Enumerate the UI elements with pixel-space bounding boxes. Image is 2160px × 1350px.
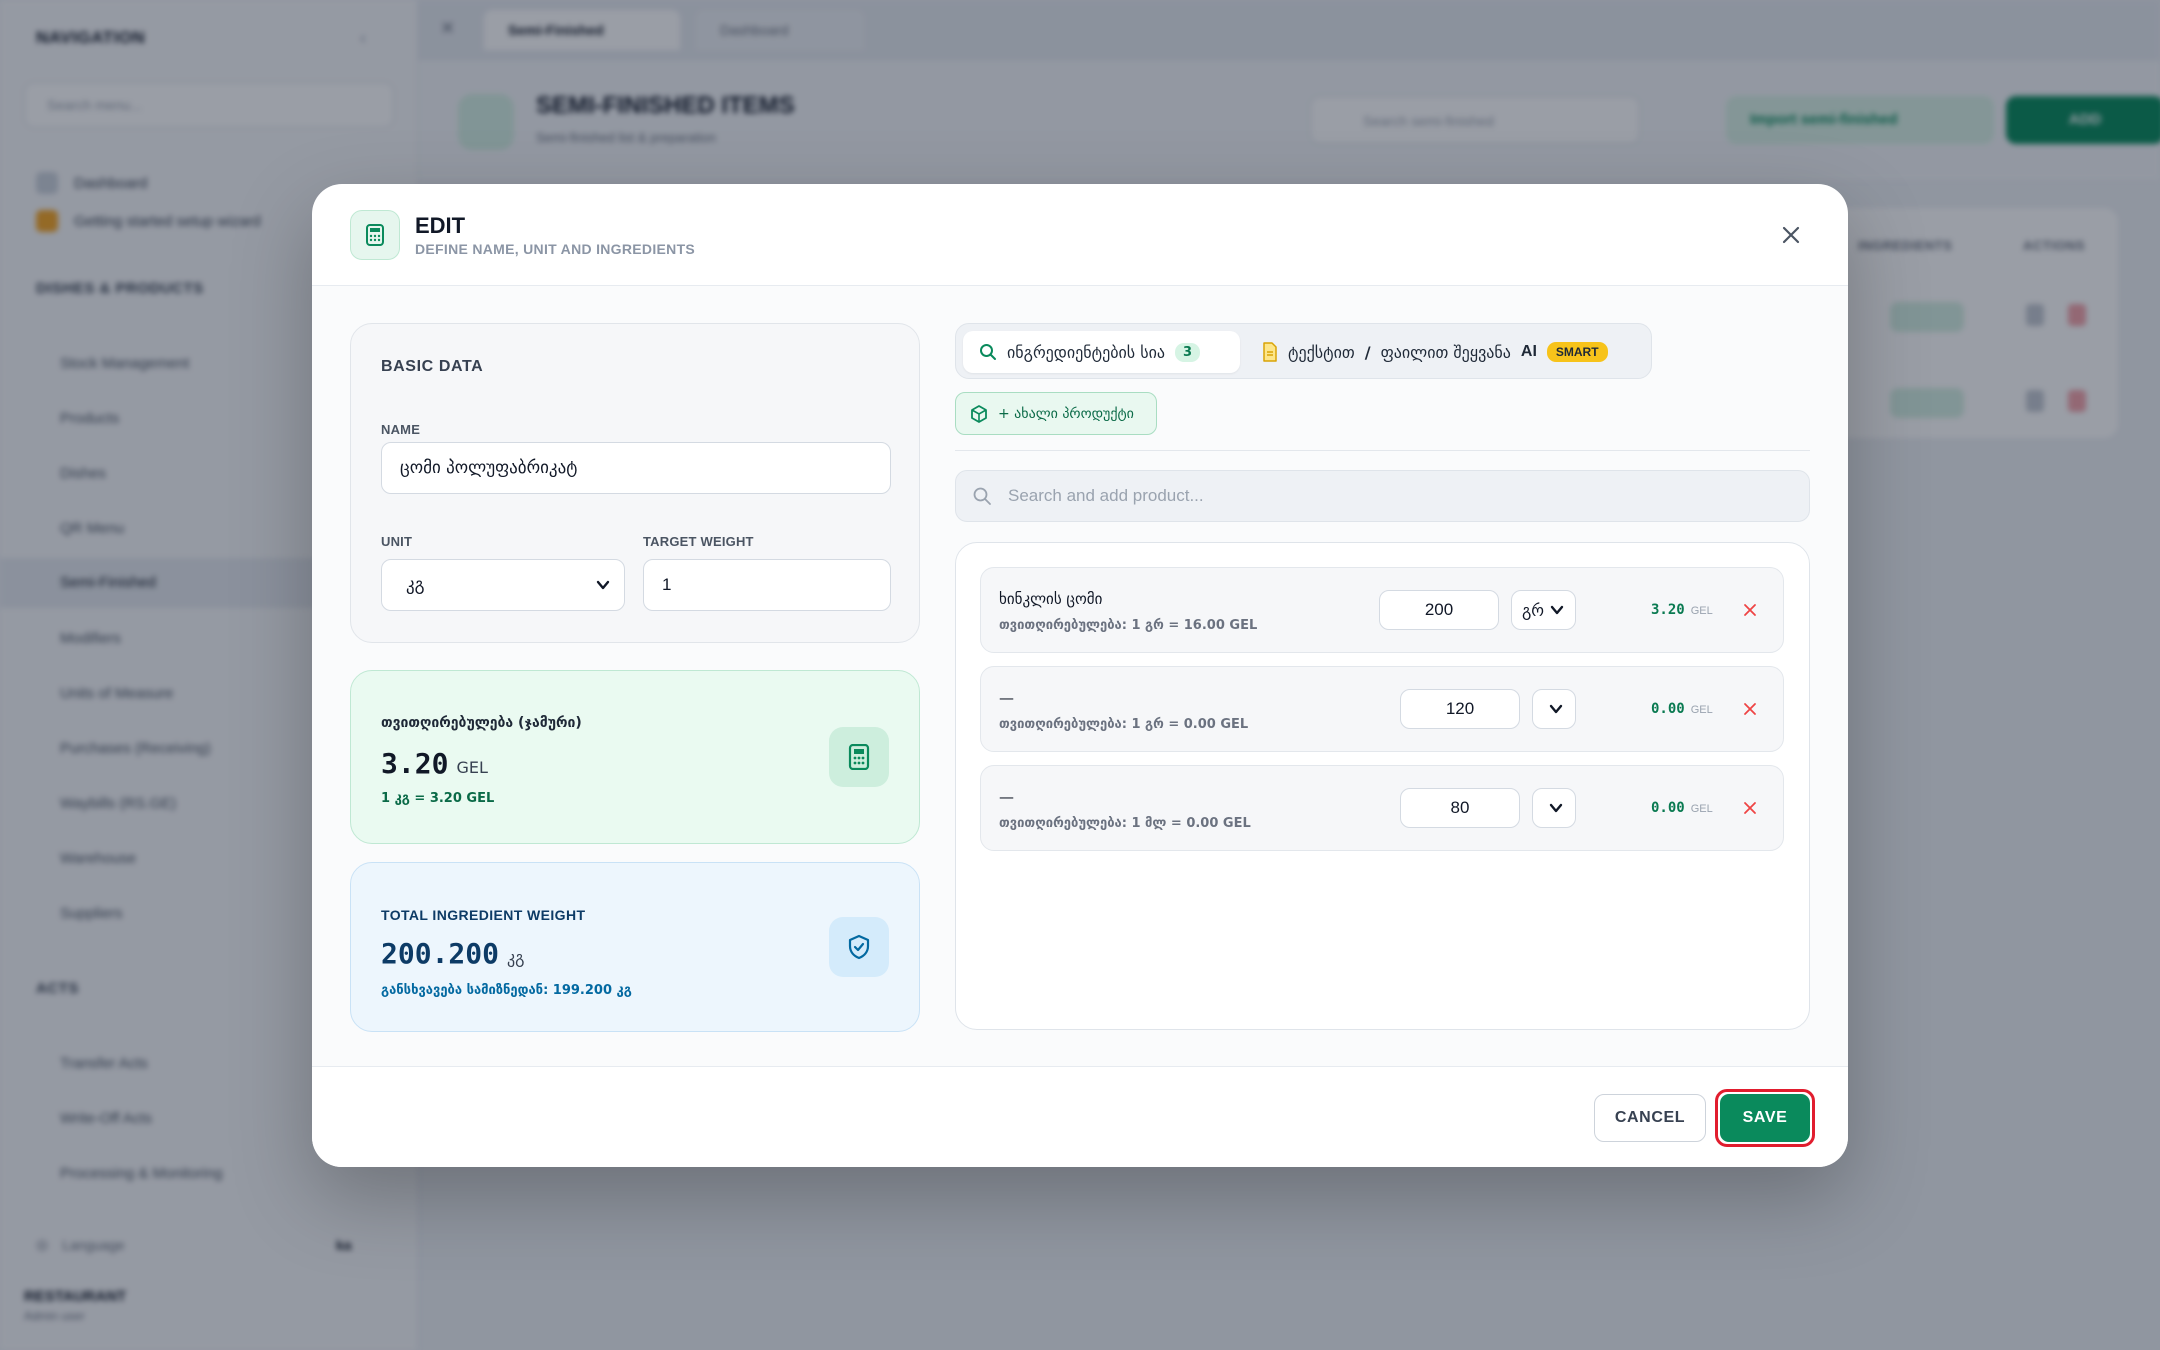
tab-text-file-input[interactable]: ტექსტით / ფაილით შეყვანა AI SMART [1246, 331, 1646, 373]
cost-value: 3.20 GEL [381, 747, 488, 780]
weight-label: TOTAL INGREDIENT WEIGHT [381, 907, 586, 923]
ingredient-unit-cost: თვითღირებულება: 1 გრ = 0.00 GEL [999, 717, 1249, 732]
target-weight-label: TARGET WEIGHT [643, 534, 754, 549]
line-total: 0.00 GEL [1651, 701, 1713, 717]
close-icon [1782, 226, 1800, 244]
modal-footer: CANCEL SAVE [312, 1066, 1848, 1167]
modal-body: BASIC DATA NAME ცომი პოლუფაბრიკატ UNIT კ… [312, 286, 1848, 1066]
cost-per-unit: 1 კგ = 3.20 GEL [381, 791, 495, 806]
smart-badge: SMART [1546, 342, 1608, 362]
remove-x-icon [1744, 703, 1756, 715]
modal-header: EDIT DEFINE NAME, UNIT AND INGREDIENTS [312, 184, 1848, 286]
modal-title: EDIT [415, 213, 466, 238]
shield-check-icon [829, 917, 889, 977]
weight-difference: განსხვავება სამიზნედან: 199.200 კგ [381, 983, 632, 998]
chevron-down-icon [596, 580, 610, 590]
ingredient-unit-cost: თვითღირებულება: 1 გრ = 16.00 GEL [999, 618, 1258, 633]
remove-ingredient-button[interactable] [1738, 598, 1762, 622]
ingredient-unit-cost: თვითღირებულება: 1 მლ = 0.00 GEL [999, 816, 1251, 831]
quantity-input[interactable]: 80 [1400, 788, 1520, 828]
calculator-icon [350, 210, 400, 260]
quantity-input[interactable]: 200 [1379, 590, 1499, 630]
weight-summary-card: TOTAL INGREDIENT WEIGHT 200.200 კგ განსხვ… [350, 862, 920, 1032]
line-total: 3.20 GEL [1651, 602, 1713, 618]
remove-x-icon [1744, 802, 1756, 814]
cost-summary-card: თვითღირებულება (ჯამური) 3.20 GEL 1 კგ = 3… [350, 670, 920, 844]
card-title: BASIC DATA [381, 358, 484, 375]
ingredients-list: ხინკლის ცომი თვითღირებულება: 1 გრ = 16.0… [955, 542, 1810, 1030]
cost-label: თვითღირებულება (ჯამური) [381, 715, 582, 731]
target-weight-input[interactable]: 1 [643, 559, 891, 611]
divider [955, 450, 1810, 451]
ingredient-count-badge: 3 [1175, 342, 1201, 362]
chevron-down-icon [1550, 605, 1564, 615]
calculator-icon [829, 727, 889, 787]
basic-data-card: BASIC DATA NAME ცომი პოლუფაბრიკატ UNIT კ… [350, 323, 920, 643]
ingredient-name: — [999, 788, 1014, 806]
line-total: 0.00 GEL [1651, 800, 1713, 816]
quantity-input[interactable]: 120 [1400, 689, 1520, 729]
ingredient-row: ხინკლის ცომი თვითღირებულება: 1 გრ = 16.0… [980, 567, 1784, 653]
ingredient-row: — თვითღირებულება: 1 მლ = 0.00 GEL 80 0.0… [980, 765, 1784, 851]
ingredient-name: ხინკლის ცომი [999, 590, 1103, 608]
product-search-input[interactable]: Search and add product... [955, 470, 1810, 522]
ingredient-name: — [999, 689, 1014, 707]
tab-ingredient-list[interactable]: ინგრედიენტების სია 3 [963, 331, 1240, 373]
edit-modal: EDIT DEFINE NAME, UNIT AND INGREDIENTS B… [312, 184, 1848, 1167]
ingredient-mode-tabs: ინგრედიენტების სია 3 ტექსტით / ფაილით შეყვ… [955, 323, 1652, 379]
weight-value: 200.200 კგ [381, 937, 525, 970]
search-icon [973, 487, 991, 505]
ingredient-unit-select[interactable] [1532, 788, 1576, 828]
remove-ingredient-button[interactable] [1738, 796, 1762, 820]
ingredient-unit-select[interactable]: გრ [1511, 590, 1576, 630]
cancel-button[interactable]: CANCEL [1594, 1094, 1706, 1142]
remove-ingredient-button[interactable] [1738, 697, 1762, 721]
modal-subtitle: DEFINE NAME, UNIT AND INGREDIENTS [415, 241, 696, 257]
box-plus-icon [971, 404, 987, 423]
unit-label: UNIT [381, 534, 413, 549]
name-input[interactable]: ცომი პოლუფაბრიკატ [381, 442, 891, 494]
chevron-down-icon [1549, 803, 1563, 813]
chevron-down-icon [1549, 704, 1563, 714]
new-product-button[interactable]: + ახალი პროდუქტი [955, 392, 1157, 435]
search-icon [980, 344, 996, 360]
unit-select[interactable]: კგ [381, 559, 625, 611]
save-button[interactable]: SAVE [1720, 1094, 1810, 1142]
document-icon [1263, 342, 1277, 362]
ingredient-row: — თვითღირებულება: 1 გრ = 0.00 GEL 120 0.… [980, 666, 1784, 752]
remove-x-icon [1744, 604, 1756, 616]
name-label: NAME [381, 422, 421, 437]
ingredient-unit-select[interactable] [1532, 689, 1576, 729]
close-button[interactable] [1775, 219, 1807, 251]
